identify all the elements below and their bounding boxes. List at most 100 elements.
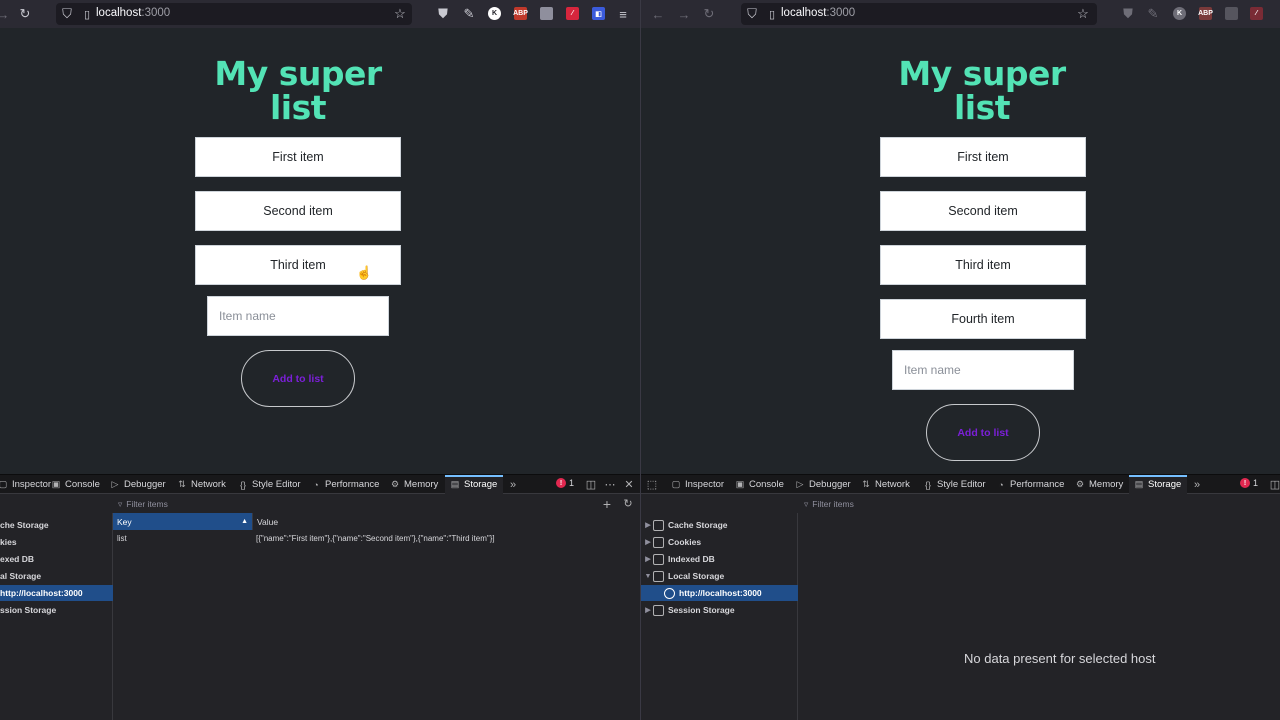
storage-icon <box>653 553 664 565</box>
tree-item-cache-storage[interactable]: che Storage <box>0 517 113 533</box>
tab-memory[interactable]: ⚙ Memory <box>386 475 442 494</box>
table-cell-key[interactable]: list <box>113 530 252 546</box>
forward-icon[interactable]: → <box>0 5 12 23</box>
tab-console[interactable]: ▣ Console <box>47 475 104 494</box>
extension-red-icon[interactable]: ⁄ <box>566 7 579 20</box>
extension-red-icon[interactable]: ⁄ <box>1250 7 1263 20</box>
tab-network[interactable]: ⇅ Network <box>857 475 914 494</box>
tree-item-localhost[interactable]: http://localhost:3000 <box>0 585 113 601</box>
expand-icon: ▶ <box>645 607 651 614</box>
shield-icon[interactable]: ⛉ <box>743 5 761 23</box>
wrench-icon[interactable]: ✎ <box>460 5 478 23</box>
list-item: Third item <box>880 245 1086 285</box>
more-tabs-icon[interactable]: » <box>1189 476 1205 493</box>
tree-item-indexed-db[interactable]: exed DB <box>0 551 113 567</box>
forward-icon[interactable]: → <box>675 5 693 23</box>
browser-toolbar: → ↻ ⛉ ▯ localhost:3000 ☆ ⛊ ✎ K ABP ⁄ ◧ ≡ <box>0 0 640 28</box>
url-bar[interactable]: ⛉ ▯ localhost:3000 ☆ <box>741 3 1097 25</box>
style-editor-icon: {} <box>924 479 931 490</box>
element-picker-icon[interactable]: ⬚ <box>644 476 660 493</box>
debugger-icon: ▷ <box>796 479 804 489</box>
tree-item-cache-storage[interactable]: ▶ Cache Storage <box>641 517 798 533</box>
adblock-icon[interactable]: ABP <box>1198 7 1213 20</box>
url-text: localhost:3000 <box>781 7 856 19</box>
expand-icon: ▶ <box>645 522 651 529</box>
reload-icon[interactable]: ↻ <box>700 5 718 23</box>
extension-gray-icon[interactable] <box>1225 7 1238 20</box>
item-name-input[interactable] <box>892 350 1074 390</box>
tree-item-indexed-db[interactable]: ▶ Indexed DB <box>641 551 798 567</box>
extension-k-icon[interactable]: K <box>1173 7 1186 20</box>
list-item: First item <box>195 137 401 177</box>
more-options-icon[interactable]: ⋯ <box>602 476 618 493</box>
filter-items-input[interactable]: ▿ Filter items <box>118 495 640 513</box>
filter-icon: ▿ <box>804 498 809 509</box>
tree-item-session-storage[interactable]: ssion Storage <box>0 602 113 618</box>
filter-icon: ▿ <box>118 498 123 509</box>
error-count[interactable]: ! 1 <box>1240 478 1258 488</box>
tab-debugger[interactable]: ▷ Debugger <box>106 475 170 494</box>
tab-console[interactable]: ▣ Console <box>731 475 788 494</box>
dock-icon[interactable]: ◫ <box>583 476 599 493</box>
collapse-icon: ▼ <box>644 572 652 580</box>
performance-icon: ◔ <box>998 479 1004 490</box>
back-icon[interactable]: ← <box>649 5 667 23</box>
item-name-input[interactable] <box>207 296 389 336</box>
table-cell-value[interactable]: [{"name":"First item"},{"name":"Second i… <box>252 530 640 546</box>
memory-icon: ⚙ <box>1075 479 1085 489</box>
tab-memory[interactable]: ⚙ Memory <box>1071 475 1127 494</box>
reload-icon[interactable]: ↻ <box>16 5 34 23</box>
key-column-header[interactable]: Key ▲ <box>113 513 252 530</box>
tree-item-local-storage[interactable]: al Storage <box>0 568 113 584</box>
tab-performance[interactable]: ◔ Performance <box>307 475 383 494</box>
no-data-message: No data present for selected host <box>964 651 1156 666</box>
more-tabs-icon[interactable]: » <box>505 476 521 493</box>
tab-inspector[interactable]: ▢ Inspector <box>667 475 728 494</box>
tab-performance[interactable]: ◔ Performance <box>992 475 1068 494</box>
tree-item-cookies[interactable]: ▶ Cookies <box>641 534 798 550</box>
menu-icon[interactable]: ≡ <box>614 5 632 23</box>
close-devtools-icon[interactable]: ✕ <box>621 476 637 493</box>
memory-icon: ⚙ <box>390 479 400 489</box>
add-to-list-button[interactable]: Add to list <box>926 404 1040 461</box>
storage-icon <box>653 536 664 548</box>
add-item-icon[interactable]: + <box>599 495 615 512</box>
tree-item-session-storage[interactable]: ▶ Session Storage <box>641 602 798 618</box>
tab-debugger[interactable]: ▷ Debugger <box>791 475 855 494</box>
devtools-panel: ⬚ ▢ Inspector ▣ Console ▷ Debugger ⇅ Network… <box>641 474 1280 720</box>
refresh-icon[interactable]: ↻ <box>620 495 636 512</box>
devtools-tab-bar: ⬚ ▢ Inspector ▣ Console ▷ Debugger ⇅ Network… <box>641 475 1280 494</box>
tab-network[interactable]: ⇅ Network <box>173 475 230 494</box>
console-icon: ▣ <box>51 479 61 489</box>
tree-item-local-storage[interactable]: ▼ Local Storage <box>641 568 798 584</box>
tab-style-editor[interactable]: {} Style Editor <box>234 475 305 494</box>
filter-items-input[interactable]: ▿ Filter items <box>804 495 1280 513</box>
debugger-icon: ▷ <box>111 479 119 489</box>
inspector-icon: ▢ <box>671 479 681 489</box>
dock-icon[interactable]: ◫ <box>1267 476 1280 493</box>
tab-style-editor[interactable]: {} Style Editor <box>919 475 990 494</box>
shield-icon[interactable]: ⛉ <box>58 5 76 23</box>
extension-gray-icon[interactable] <box>540 7 553 20</box>
storage-tree: che Storage kies exed DB al Storage http… <box>0 513 113 720</box>
wrench-icon[interactable]: ✎ <box>1144 5 1162 23</box>
tree-item-cookies[interactable]: kies <box>0 534 113 550</box>
page-icon: ▯ <box>83 8 91 21</box>
tab-storage[interactable]: ▤ Storage <box>1129 475 1187 494</box>
list-item: Second item <box>195 191 401 231</box>
bookmark-star-icon[interactable]: ☆ <box>1074 5 1092 23</box>
add-to-list-button[interactable]: Add to list <box>241 350 355 407</box>
pocket-icon[interactable]: ⛊ <box>434 5 452 23</box>
tab-storage[interactable]: ▤ Storage <box>445 475 503 494</box>
network-icon: ⇅ <box>178 479 186 489</box>
extension-blue-icon[interactable]: ◧ <box>592 7 605 20</box>
value-column-header[interactable]: Value <box>252 513 640 530</box>
adblock-icon[interactable]: ABP <box>513 7 528 20</box>
extension-k-icon[interactable]: K <box>488 7 501 20</box>
bookmark-star-icon[interactable]: ☆ <box>391 5 409 23</box>
error-count[interactable]: ! 1 <box>556 478 574 488</box>
list-item: First item <box>880 137 1086 177</box>
pocket-icon[interactable]: ⛊ <box>1119 5 1137 23</box>
tree-item-localhost[interactable]: http://localhost:3000 <box>641 585 798 601</box>
url-bar[interactable]: ⛉ ▯ localhost:3000 ☆ <box>56 3 412 25</box>
